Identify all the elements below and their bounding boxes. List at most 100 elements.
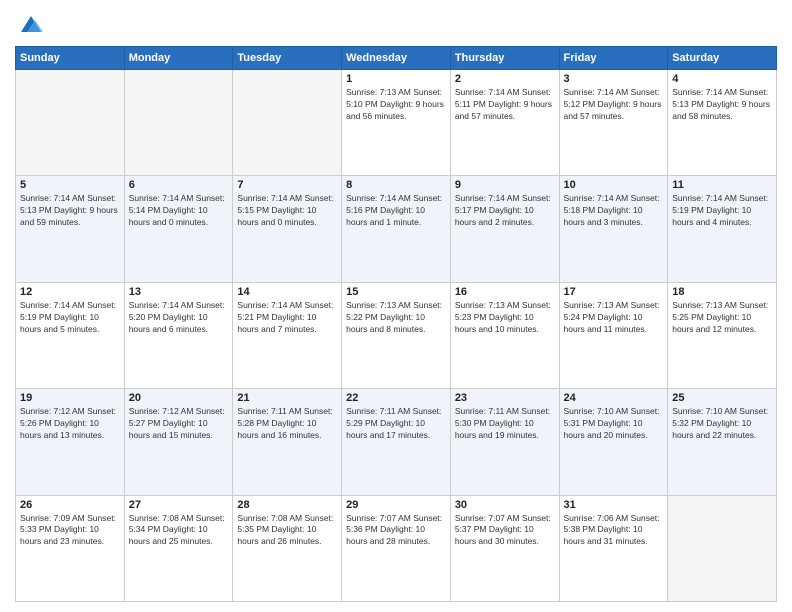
day-info: Sunrise: 7:10 AM Sunset: 5:32 PM Dayligh… xyxy=(672,406,772,442)
calendar-cell: 3 Sunrise: 7:14 AM Sunset: 5:12 PM Daylig… xyxy=(559,70,668,176)
calendar-cell: 4Sunrise: 7:14 AM Sunset: 5:13 PM Daylig… xyxy=(668,70,777,176)
day-number: 5 xyxy=(20,179,120,191)
calendar-cell xyxy=(124,70,233,176)
day-number: 18 xyxy=(672,286,772,298)
day-number: 6 xyxy=(129,179,229,191)
day-info: Sunrise: 7:11 AM Sunset: 5:28 PM Dayligh… xyxy=(237,406,337,442)
day-number: 30 xyxy=(455,499,555,511)
day-number: 29 xyxy=(346,499,446,511)
day-info: Sunrise: 7:14 AM Sunset: 5:21 PM Dayligh… xyxy=(237,300,337,336)
day-number: 3 xyxy=(564,73,664,85)
calendar-body: 1Sunrise: 7:13 AM Sunset: 5:10 PM Daylig… xyxy=(16,70,777,602)
day-info: Sunrise: 7:14 AM Sunset: 5:13 PM Dayligh… xyxy=(672,87,772,123)
day-number: 11 xyxy=(672,179,772,191)
header-sunday: Sunday xyxy=(16,47,125,70)
day-info: Sunrise: 7:11 AM Sunset: 5:30 PM Dayligh… xyxy=(455,406,555,442)
calendar-cell: 11Sunrise: 7:14 AM Sunset: 5:19 PM Dayli… xyxy=(668,176,777,282)
calendar-cell: 6 Sunrise: 7:14 AM Sunset: 5:14 PM Daylig… xyxy=(124,176,233,282)
calendar-week-row: 5 Sunrise: 7:14 AM Sunset: 5:13 PM Daylig… xyxy=(16,176,777,282)
day-info: Sunrise: 7:07 AM Sunset: 5:37 PM Dayligh… xyxy=(455,513,555,549)
calendar-cell: 2 Sunrise: 7:14 AM Sunset: 5:11 PM Daylig… xyxy=(450,70,559,176)
day-number: 12 xyxy=(20,286,120,298)
header-thursday: Thursday xyxy=(450,47,559,70)
day-info: Sunrise: 7:12 AM Sunset: 5:26 PM Dayligh… xyxy=(20,406,120,442)
day-info: Sunrise: 7:09 AM Sunset: 5:33 PM Dayligh… xyxy=(20,513,120,549)
calendar-cell: 12 Sunrise: 7:14 AM Sunset: 5:19 PM Dayli… xyxy=(16,282,125,388)
calendar-week-row: 12 Sunrise: 7:14 AM Sunset: 5:19 PM Dayli… xyxy=(16,282,777,388)
page: Sunday Monday Tuesday Wednesday Thursday… xyxy=(0,0,792,612)
day-info: Sunrise: 7:14 AM Sunset: 5:11 PM Dayligh… xyxy=(455,87,555,123)
day-info: Sunrise: 7:13 AM Sunset: 5:25 PM Dayligh… xyxy=(672,300,772,336)
calendar-cell: 31 Sunrise: 7:06 AM Sunset: 5:38 PM Dayli… xyxy=(559,495,668,601)
day-number: 13 xyxy=(129,286,229,298)
calendar-cell: 10 Sunrise: 7:14 AM Sunset: 5:18 PM Dayli… xyxy=(559,176,668,282)
weekday-header-row: Sunday Monday Tuesday Wednesday Thursday… xyxy=(16,47,777,70)
calendar-week-row: 26 Sunrise: 7:09 AM Sunset: 5:33 PM Dayli… xyxy=(16,495,777,601)
logo xyxy=(15,10,45,38)
calendar-cell: 19 Sunrise: 7:12 AM Sunset: 5:26 PM Dayli… xyxy=(16,389,125,495)
calendar-cell xyxy=(233,70,342,176)
calendar-cell: 30 Sunrise: 7:07 AM Sunset: 5:37 PM Dayli… xyxy=(450,495,559,601)
calendar-cell: 21Sunrise: 7:11 AM Sunset: 5:28 PM Dayli… xyxy=(233,389,342,495)
calendar-cell: 17 Sunrise: 7:13 AM Sunset: 5:24 PM Dayli… xyxy=(559,282,668,388)
calendar-cell: 23 Sunrise: 7:11 AM Sunset: 5:30 PM Dayli… xyxy=(450,389,559,495)
day-number: 7 xyxy=(237,179,337,191)
calendar-cell: 1Sunrise: 7:13 AM Sunset: 5:10 PM Daylig… xyxy=(342,70,451,176)
day-info: Sunrise: 7:14 AM Sunset: 5:13 PM Dayligh… xyxy=(20,193,120,229)
day-number: 1 xyxy=(346,73,446,85)
day-info: Sunrise: 7:07 AM Sunset: 5:36 PM Dayligh… xyxy=(346,513,446,549)
day-number: 2 xyxy=(455,73,555,85)
day-info: Sunrise: 7:14 AM Sunset: 5:15 PM Dayligh… xyxy=(237,193,337,229)
header-tuesday: Tuesday xyxy=(233,47,342,70)
calendar-week-row: 1Sunrise: 7:13 AM Sunset: 5:10 PM Daylig… xyxy=(16,70,777,176)
day-number: 27 xyxy=(129,499,229,511)
day-info: Sunrise: 7:14 AM Sunset: 5:14 PM Dayligh… xyxy=(129,193,229,229)
day-info: Sunrise: 7:14 AM Sunset: 5:12 PM Dayligh… xyxy=(564,87,664,123)
header-monday: Monday xyxy=(124,47,233,70)
day-number: 14 xyxy=(237,286,337,298)
calendar-cell xyxy=(668,495,777,601)
day-info: Sunrise: 7:08 AM Sunset: 5:35 PM Dayligh… xyxy=(237,513,337,549)
day-info: Sunrise: 7:14 AM Sunset: 5:19 PM Dayligh… xyxy=(20,300,120,336)
day-info: Sunrise: 7:13 AM Sunset: 5:24 PM Dayligh… xyxy=(564,300,664,336)
calendar-cell: 13 Sunrise: 7:14 AM Sunset: 5:20 PM Dayli… xyxy=(124,282,233,388)
calendar-cell: 25Sunrise: 7:10 AM Sunset: 5:32 PM Dayli… xyxy=(668,389,777,495)
calendar-cell: 7 Sunrise: 7:14 AM Sunset: 5:15 PM Daylig… xyxy=(233,176,342,282)
calendar-cell: 15 Sunrise: 7:13 AM Sunset: 5:22 PM Dayli… xyxy=(342,282,451,388)
day-number: 19 xyxy=(20,392,120,404)
day-number: 17 xyxy=(564,286,664,298)
calendar-table: Sunday Monday Tuesday Wednesday Thursday… xyxy=(15,46,777,602)
calendar-cell: 29 Sunrise: 7:07 AM Sunset: 5:36 PM Dayli… xyxy=(342,495,451,601)
day-info: Sunrise: 7:14 AM Sunset: 5:20 PM Dayligh… xyxy=(129,300,229,336)
day-number: 31 xyxy=(564,499,664,511)
day-info: Sunrise: 7:13 AM Sunset: 5:22 PM Dayligh… xyxy=(346,300,446,336)
calendar-week-row: 19 Sunrise: 7:12 AM Sunset: 5:26 PM Dayli… xyxy=(16,389,777,495)
calendar-cell: 20Sunrise: 7:12 AM Sunset: 5:27 PM Dayli… xyxy=(124,389,233,495)
day-number: 10 xyxy=(564,179,664,191)
day-number: 15 xyxy=(346,286,446,298)
logo-icon xyxy=(17,10,45,38)
calendar-cell: 18 Sunrise: 7:13 AM Sunset: 5:25 PM Dayli… xyxy=(668,282,777,388)
calendar-cell: 26 Sunrise: 7:09 AM Sunset: 5:33 PM Dayli… xyxy=(16,495,125,601)
calendar-cell: 5 Sunrise: 7:14 AM Sunset: 5:13 PM Daylig… xyxy=(16,176,125,282)
day-number: 24 xyxy=(564,392,664,404)
day-info: Sunrise: 7:14 AM Sunset: 5:16 PM Dayligh… xyxy=(346,193,446,229)
header-friday: Friday xyxy=(559,47,668,70)
header-wednesday: Wednesday xyxy=(342,47,451,70)
header-saturday: Saturday xyxy=(668,47,777,70)
day-info: Sunrise: 7:14 AM Sunset: 5:17 PM Dayligh… xyxy=(455,193,555,229)
header xyxy=(15,10,777,38)
day-info: Sunrise: 7:13 AM Sunset: 5:23 PM Dayligh… xyxy=(455,300,555,336)
calendar-cell: 9 Sunrise: 7:14 AM Sunset: 5:17 PM Daylig… xyxy=(450,176,559,282)
calendar-cell: 24Sunrise: 7:10 AM Sunset: 5:31 PM Dayli… xyxy=(559,389,668,495)
calendar-cell: 27Sunrise: 7:08 AM Sunset: 5:34 PM Dayli… xyxy=(124,495,233,601)
day-number: 23 xyxy=(455,392,555,404)
day-info: Sunrise: 7:14 AM Sunset: 5:18 PM Dayligh… xyxy=(564,193,664,229)
day-number: 28 xyxy=(237,499,337,511)
calendar-cell: 14 Sunrise: 7:14 AM Sunset: 5:21 PM Dayli… xyxy=(233,282,342,388)
day-number: 20 xyxy=(129,392,229,404)
day-info: Sunrise: 7:06 AM Sunset: 5:38 PM Dayligh… xyxy=(564,513,664,549)
calendar-cell: 8Sunrise: 7:14 AM Sunset: 5:16 PM Daylig… xyxy=(342,176,451,282)
day-number: 26 xyxy=(20,499,120,511)
day-number: 9 xyxy=(455,179,555,191)
